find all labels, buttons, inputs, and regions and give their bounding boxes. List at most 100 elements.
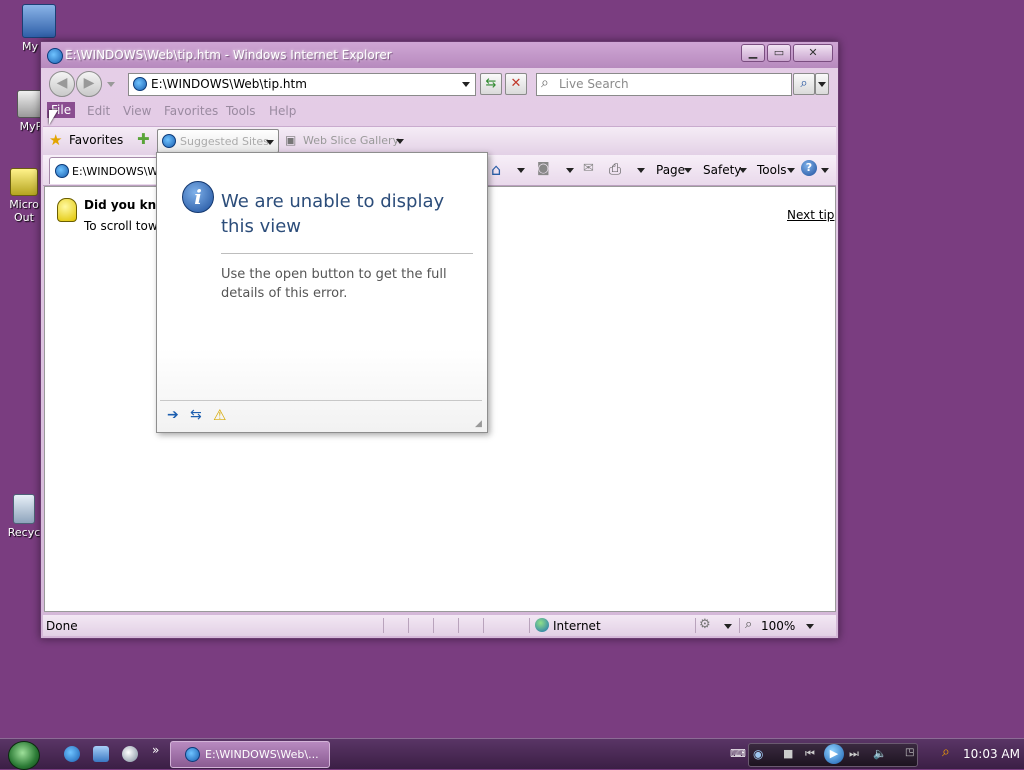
favorites-button[interactable]: Favorites	[69, 133, 123, 147]
tab-current[interactable]: E:\WINDOWS\W	[49, 157, 169, 184]
recent-pages-dropdown-icon[interactable]	[107, 82, 115, 87]
address-input[interactable]: E:\WINDOWS\Web\tip.htm	[151, 77, 307, 91]
web-slice-gallery-button[interactable]: Web Slice Gallery	[303, 134, 399, 147]
globe-icon	[535, 618, 549, 632]
chevron-down-icon	[787, 168, 795, 173]
open-arrow-icon[interactable]: ➔	[167, 407, 179, 423]
close-button[interactable]: ✕	[793, 44, 833, 62]
status-separator	[695, 618, 696, 633]
search-box[interactable]: ⌕ Live Search	[536, 73, 792, 96]
print-icon[interactable]: ⎙	[609, 160, 621, 178]
suggested-sites-button[interactable]: Suggested Sites	[157, 129, 279, 153]
menu-favorites[interactable]: Favorites	[164, 104, 218, 118]
quicklaunch-ie-icon[interactable]	[64, 746, 80, 762]
home-icon[interactable]: ⌂	[491, 160, 501, 179]
next-icon[interactable]: ⏭	[849, 747, 859, 761]
status-separator	[458, 618, 459, 633]
tools-menu[interactable]: Tools	[757, 163, 787, 177]
resize-grip-icon[interactable]: ◢	[475, 419, 482, 429]
add-to-favorites-icon[interactable]: ✚	[137, 130, 150, 148]
zoom-icon: ⌕	[745, 617, 753, 632]
taskbar-button-label: E:\WINDOWS\Web\...	[205, 748, 319, 761]
window-title: E:\WINDOWS\Web\tip.htm - Windows Interne…	[65, 48, 392, 62]
media-player-toolbar: ◉ ■ ⏮ ▶ ⏭ 🔈 ◳	[748, 743, 918, 767]
search-icon: ⌕	[541, 75, 549, 91]
error-body: Use the open button to get the full deta…	[221, 267, 447, 301]
keyboard-icon[interactable]: ⌨	[730, 747, 746, 760]
status-text: Done	[46, 619, 78, 633]
lightbulb-icon	[57, 198, 77, 222]
page-menu[interactable]: Page	[656, 163, 685, 177]
divider	[221, 253, 473, 254]
search-input[interactable]: Live Search	[559, 77, 629, 91]
desktop-icon-label: Recyc	[7, 526, 41, 539]
address-bar[interactable]: E:\WINDOWS\Web\tip.htm	[128, 73, 476, 96]
media-switch-icon[interactable]: ◉	[753, 747, 763, 761]
menu-edit[interactable]: Edit	[87, 104, 110, 118]
ie-icon	[47, 48, 63, 64]
zoom-level[interactable]: 100%	[761, 619, 795, 633]
status-bar: Done Internet ⚙ ⌕ 100%	[43, 615, 836, 636]
taskbar: » E:\WINDOWS\Web\... ⌨ ◉ ■ ⏮ ▶ ⏭ 🔈 ◳ ⌕ 1…	[0, 738, 1024, 770]
play-icon[interactable]: ▶	[824, 744, 844, 764]
status-separator	[383, 618, 384, 633]
menu-bar: File Edit View Favorites Tools Help	[43, 100, 836, 122]
chevron-down-icon[interactable]	[724, 624, 732, 629]
desktop-icon-label: MyP	[19, 120, 43, 133]
clock[interactable]: 10:03 AM	[963, 747, 1020, 761]
divider	[160, 400, 482, 401]
previous-icon[interactable]: ⏮	[805, 747, 815, 761]
taskbar-button-ie[interactable]: E:\WINDOWS\Web\...	[170, 741, 330, 768]
info-icon: i	[182, 181, 214, 213]
error-flyout: i We are unable to display this view Use…	[156, 152, 488, 433]
address-dropdown-icon[interactable]	[462, 82, 470, 87]
status-separator	[408, 618, 409, 633]
chevron-down-icon[interactable]	[806, 624, 814, 629]
chevron-down-icon[interactable]	[517, 168, 525, 173]
warning-icon[interactable]: ⚠	[213, 406, 226, 424]
chevron-down-icon	[396, 139, 404, 144]
status-separator	[739, 618, 740, 633]
quicklaunch-more-icon[interactable]: »	[152, 743, 159, 757]
menu-view[interactable]: View	[123, 104, 151, 118]
stop-button[interactable]: ✕	[505, 73, 527, 95]
status-separator	[529, 618, 530, 633]
search-options-button[interactable]	[815, 73, 829, 95]
title-bar[interactable]: E:\WINDOWS\Web\tip.htm - Windows Interne…	[41, 42, 838, 68]
volume-icon[interactable]: 🔈	[873, 747, 887, 760]
safety-menu[interactable]: Safety	[703, 163, 741, 177]
start-button[interactable]	[8, 741, 40, 770]
desktop-icon-label: Micro Out	[9, 198, 39, 224]
quicklaunch-show-desktop-icon[interactable]	[93, 746, 109, 762]
security-zone[interactable]: Internet	[553, 619, 601, 633]
ie-icon	[55, 164, 69, 178]
search-go-button[interactable]: ⌕	[793, 73, 815, 95]
refresh-button[interactable]: ⇆	[480, 73, 502, 95]
chevron-down-icon[interactable]	[637, 168, 645, 173]
chevron-down-icon[interactable]	[566, 168, 574, 173]
computer-icon	[22, 4, 56, 38]
maximize-button[interactable]: ▭	[767, 44, 791, 62]
quicklaunch-media-icon[interactable]	[122, 746, 138, 762]
menu-help[interactable]: Help	[269, 104, 296, 118]
error-heading: We are unable to display this view	[221, 191, 445, 237]
forward-button[interactable]: ▶	[76, 71, 102, 97]
protected-mode-icon[interactable]: ⚙	[699, 617, 711, 632]
mail-icon[interactable]: ✉	[583, 161, 594, 176]
stop-icon[interactable]: ■	[783, 747, 793, 760]
status-separator	[483, 618, 484, 633]
menu-tools[interactable]: Tools	[226, 104, 256, 118]
restore-player-icon[interactable]: ◳	[905, 747, 914, 758]
help-icon[interactable]: ?	[801, 160, 817, 176]
minimize-button[interactable]: ▁	[741, 44, 765, 62]
chevron-down-icon[interactable]	[821, 168, 829, 173]
search-tray-icon[interactable]: ⌕	[942, 744, 950, 760]
status-separator	[433, 618, 434, 633]
favorites-star-icon: ★	[49, 131, 63, 149]
ie-icon	[162, 134, 176, 148]
ie-icon	[185, 747, 200, 762]
refresh-icon[interactable]: ⇆	[190, 407, 202, 423]
back-button[interactable]: ◀	[49, 71, 75, 97]
next-tip-link[interactable]: Next tip	[787, 208, 834, 222]
feeds-icon[interactable]: ◙	[537, 161, 550, 176]
